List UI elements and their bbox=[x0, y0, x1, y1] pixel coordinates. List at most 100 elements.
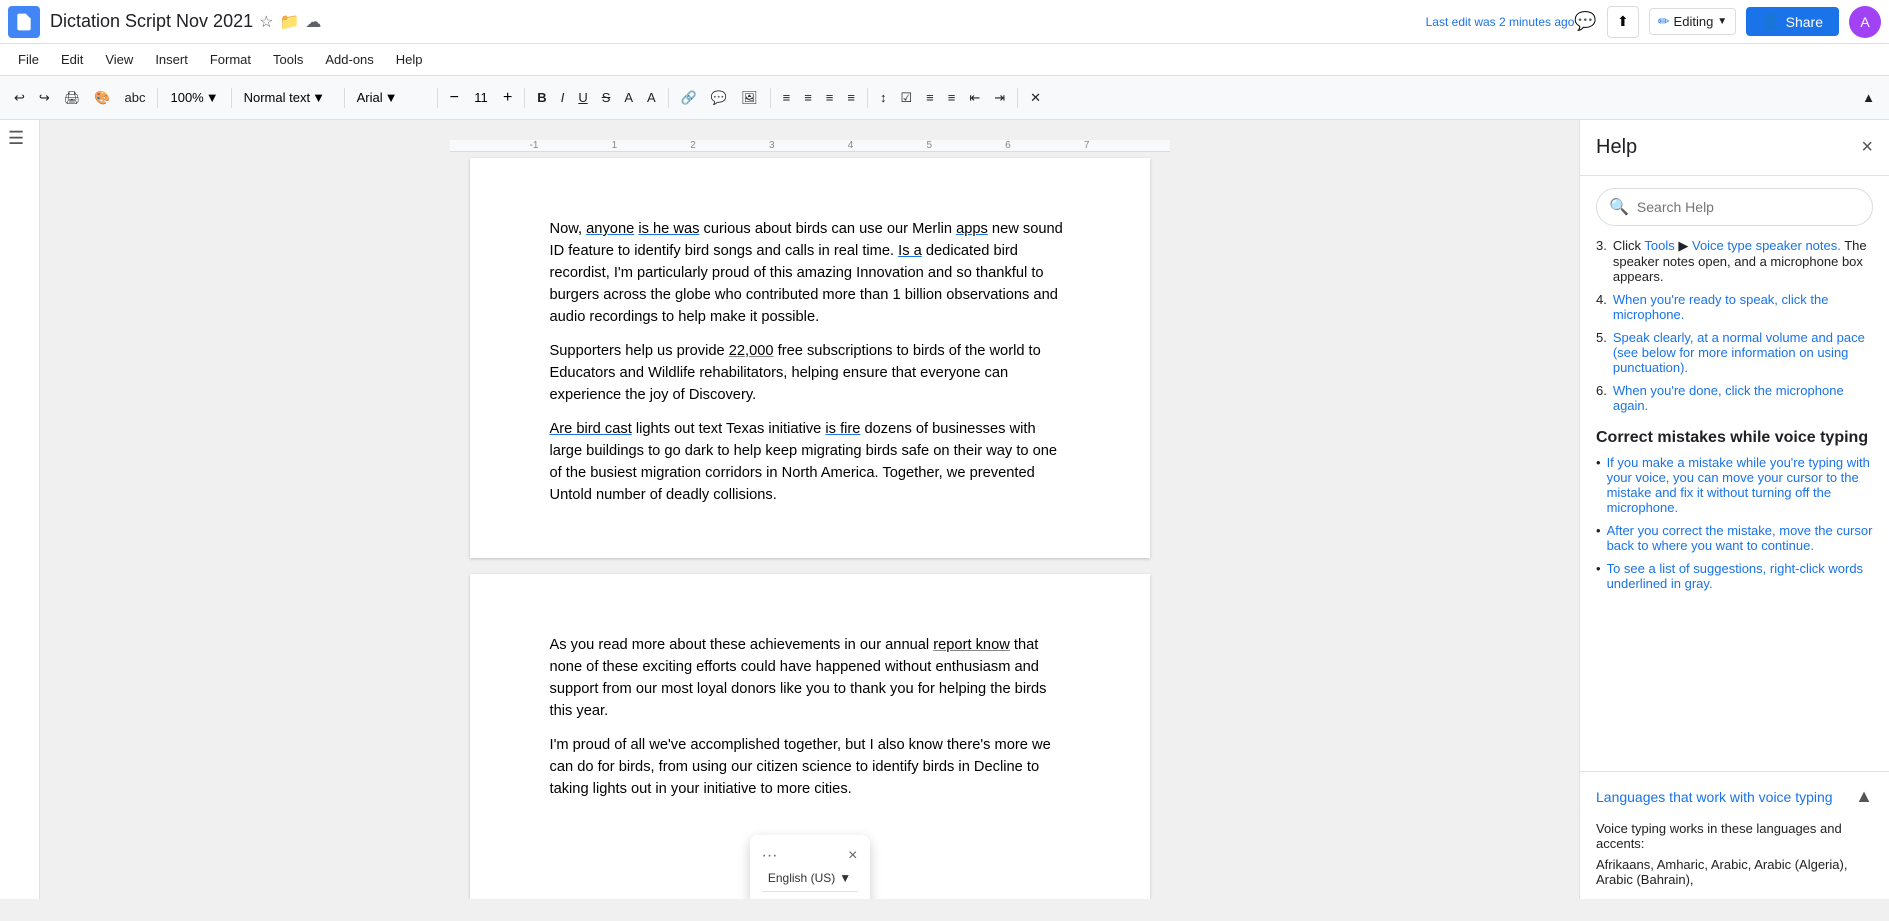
indent-more-button[interactable]: ⇥ bbox=[988, 86, 1011, 110]
help-header: Help × bbox=[1580, 120, 1889, 176]
voice-lang-label: English (US) bbox=[768, 871, 835, 885]
menu-help[interactable]: Help bbox=[386, 48, 433, 71]
indent-less-button[interactable]: ⇤ bbox=[963, 86, 986, 110]
style-selector[interactable]: Normal text ▼ bbox=[238, 86, 338, 109]
toolbar-collapse-button[interactable]: ▲ bbox=[1856, 86, 1881, 109]
menu-tools[interactable]: Tools bbox=[263, 48, 313, 71]
voice-close-button[interactable]: × bbox=[848, 847, 857, 865]
redo-button[interactable]: ↪ bbox=[33, 86, 56, 110]
cloud-icon[interactable]: ☁ bbox=[305, 12, 321, 32]
style-value: Normal text bbox=[244, 90, 310, 105]
zoom-selector[interactable]: 100% ▼ bbox=[164, 86, 224, 109]
chevron-down-icon: ▼ bbox=[1717, 16, 1727, 27]
strikethrough-button[interactable]: S bbox=[596, 86, 617, 109]
text-color-button[interactable]: A bbox=[641, 86, 662, 109]
divider-2 bbox=[231, 88, 232, 108]
bullet-2: • After you correct the mistake, move th… bbox=[1596, 523, 1873, 553]
step-5-text: Speak clearly, at a normal volume and pa… bbox=[1613, 330, 1873, 375]
comments-icon: 💬 bbox=[1574, 11, 1596, 31]
text-22000: 22,000 bbox=[729, 343, 774, 359]
font-selector[interactable]: Arial ▼ bbox=[351, 86, 431, 109]
voice-dots[interactable]: ··· bbox=[762, 847, 778, 865]
menu-addons[interactable]: Add-ons bbox=[315, 48, 383, 71]
page-2-content[interactable]: As you read more about these achievement… bbox=[550, 634, 1070, 800]
paragraph-3: Are bird cast lights out text Texas init… bbox=[550, 418, 1070, 506]
numbered-list-button[interactable]: ≡ bbox=[942, 86, 962, 109]
align-center-button[interactable]: ≡ bbox=[798, 86, 818, 109]
app-icon bbox=[8, 6, 40, 38]
line-spacing-button[interactable]: ↕ bbox=[874, 86, 893, 109]
menu-format[interactable]: Format bbox=[200, 48, 261, 71]
align-left-button[interactable]: ≡ bbox=[777, 86, 797, 109]
highlight-button[interactable]: A bbox=[618, 86, 639, 109]
clear-format-button[interactable]: ✕ bbox=[1024, 86, 1047, 110]
bullet-1: • If you make a mistake while you're typ… bbox=[1596, 455, 1873, 515]
insert-comment-button[interactable]: 💬 bbox=[705, 86, 733, 110]
help-search-box[interactable]: 🔍 bbox=[1596, 188, 1873, 226]
voice-dialog-top: ··· × bbox=[762, 847, 858, 865]
font-size-display[interactable]: 11 bbox=[467, 88, 495, 107]
updates-button[interactable]: ⬆ bbox=[1607, 6, 1639, 38]
step-3-text: Click Tools ▶ Voice type speaker notes. … bbox=[1613, 238, 1873, 284]
paragraph-4: As you read more about these achievement… bbox=[550, 634, 1070, 722]
paragraph-1: Now, anyone is he was curious about bird… bbox=[550, 218, 1070, 328]
highlight-icon: A bbox=[624, 90, 633, 105]
page-1-content[interactable]: Now, anyone is he was curious about bird… bbox=[550, 218, 1070, 506]
bullet-list-button[interactable]: ≡ bbox=[920, 86, 940, 109]
microphone-button[interactable] bbox=[780, 898, 840, 899]
avatar[interactable]: A bbox=[1849, 6, 1881, 38]
underline-button[interactable]: U bbox=[572, 86, 593, 109]
paint-format-button[interactable]: 🎨 bbox=[88, 86, 116, 110]
share-button[interactable]: 👤 Share bbox=[1746, 7, 1839, 36]
undo-button[interactable]: ↩ bbox=[8, 86, 31, 110]
ruler: -1 1 2 3 4 5 6 7 bbox=[450, 140, 1170, 152]
page-1: Now, anyone is he was curious about bird… bbox=[470, 158, 1150, 558]
search-icon: 🔍 bbox=[1609, 197, 1629, 217]
help-step-5: 5. Speak clearly, at a normal volume and… bbox=[1596, 330, 1873, 375]
zoom-chevron: ▼ bbox=[206, 90, 219, 105]
last-edit-link[interactable]: Last edit was 2 minutes ago bbox=[1426, 15, 1575, 29]
bullet-3: • To see a list of suggestions, right-cl… bbox=[1596, 561, 1873, 591]
doc-area[interactable]: -1 1 2 3 4 5 6 7 Now, anyone is he was c… bbox=[40, 120, 1579, 899]
align-right-button[interactable]: ≡ bbox=[820, 86, 840, 109]
ruler-content: -1 1 2 3 4 5 6 7 bbox=[530, 140, 1090, 151]
help-close-button[interactable]: × bbox=[1861, 136, 1873, 159]
outline-icon[interactable]: ☰ bbox=[8, 128, 24, 148]
editing-dropdown[interactable]: ✏ Editing ▼ bbox=[1649, 8, 1736, 35]
folder-icon[interactable]: 📁 bbox=[279, 12, 299, 32]
menu-edit[interactable]: Edit bbox=[51, 48, 93, 71]
menu-insert[interactable]: Insert bbox=[145, 48, 198, 71]
avatar-letter: A bbox=[1860, 14, 1869, 30]
search-input[interactable] bbox=[1637, 199, 1860, 215]
languages-title: Languages that work with voice typing bbox=[1596, 789, 1833, 805]
font-chevron: ▼ bbox=[385, 90, 398, 105]
languages-chevron-up-icon: ▲ bbox=[1855, 786, 1873, 807]
paragraph-2: Supporters help us provide 22,000 free s… bbox=[550, 340, 1070, 406]
comments-button[interactable]: 💬 bbox=[1574, 11, 1596, 32]
bold-button[interactable]: B bbox=[531, 86, 552, 109]
font-size-decrease[interactable]: − bbox=[444, 87, 465, 109]
star-icon[interactable]: ☆ bbox=[259, 12, 273, 32]
languages-header[interactable]: Languages that work with voice typing ▲ bbox=[1580, 772, 1889, 821]
italic-button[interactable]: I bbox=[555, 86, 571, 109]
help-step-3: 3. Click Tools ▶ Voice type speaker note… bbox=[1596, 238, 1873, 284]
insert-link-button[interactable]: 🔗 bbox=[675, 86, 703, 110]
menu-file[interactable]: File bbox=[8, 48, 49, 71]
checklist-button[interactable]: ☑ bbox=[894, 86, 918, 110]
step-6-text: When you're done, click the microphone a… bbox=[1613, 383, 1873, 413]
bullet-list-icon: ≡ bbox=[926, 90, 934, 105]
menu-view[interactable]: View bbox=[95, 48, 143, 71]
text-apps: apps bbox=[956, 221, 988, 237]
step-4-text: When you're ready to speak, click the mi… bbox=[1613, 292, 1873, 322]
spell-check-button[interactable]: abc bbox=[119, 86, 152, 109]
font-size-increase[interactable]: + bbox=[497, 87, 518, 109]
top-right-actions: 💬 ⬆ ✏ Editing ▼ 👤 Share A bbox=[1574, 6, 1881, 38]
align-justify-button[interactable]: ≡ bbox=[841, 86, 861, 109]
print-button[interactable]: 🖨 bbox=[58, 86, 87, 110]
checklist-icon: ☑ bbox=[900, 90, 912, 106]
languages-section: Languages that work with voice typing ▲ … bbox=[1580, 771, 1889, 899]
insert-image-button[interactable]: 🖼 bbox=[735, 86, 764, 110]
doc-title[interactable]: Dictation Script Nov 2021 bbox=[50, 11, 253, 32]
voice-lang-chevron: ▼ bbox=[839, 871, 851, 885]
voice-language-selector[interactable]: English (US) ▼ bbox=[762, 871, 858, 892]
